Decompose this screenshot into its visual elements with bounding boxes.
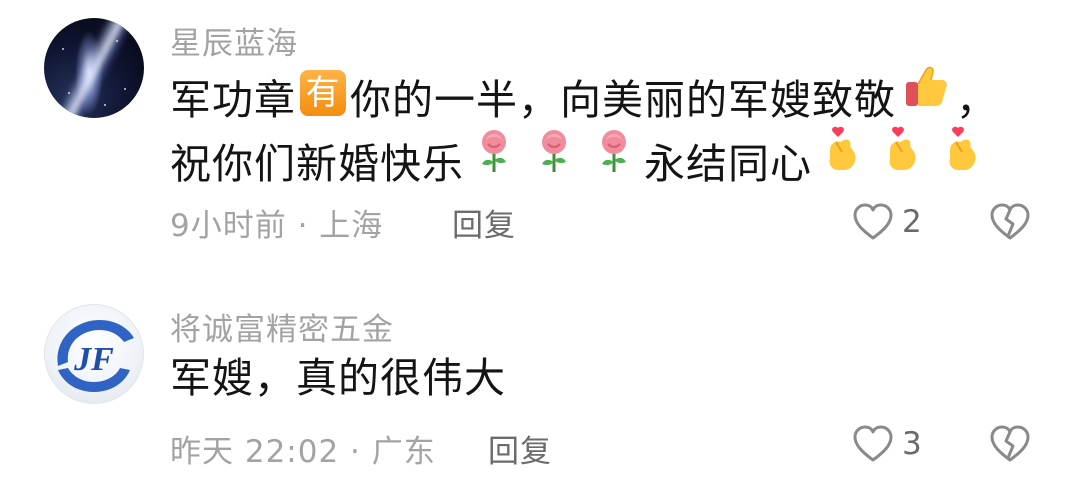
company-logo-icon: JF <box>57 320 135 392</box>
comment-text-segment: 永结同心 <box>644 140 812 188</box>
finger-heart-icon <box>818 126 866 174</box>
comment-text-segment: 军功章 <box>170 76 296 124</box>
finger-heart-icon <box>878 126 926 174</box>
comment-text: 军嫂，真的很伟大 <box>170 346 506 410</box>
heart-icon <box>853 203 893 240</box>
rose-icon <box>470 126 518 174</box>
avatar[interactable] <box>44 18 144 118</box>
comment-item: JF 将诚富精密五金 军嫂，真的很伟大 昨天 22:02 · 广东 回复 3 <box>0 290 1080 487</box>
comment-item: 星辰蓝海 军功章有你的一半，向美丽的军嫂致敬 ， 祝你们新婚快乐 永结同心 9小… <box>0 0 1080 260</box>
broken-heart-icon <box>990 203 1030 240</box>
dislike-button[interactable] <box>988 424 1032 464</box>
comment-meta: 9小时前 · 上海 <box>170 208 384 244</box>
like-count: 3 <box>902 426 922 462</box>
username[interactable]: 星辰蓝海 <box>170 18 298 63</box>
comment-text: 军功章有你的一半，向美丽的军嫂致敬 ， 祝你们新婚快乐 永结同心 <box>170 66 998 196</box>
svg-text:JF: JF <box>73 341 114 378</box>
thumbs-up-icon <box>902 62 950 110</box>
reply-button[interactable]: 回复 <box>452 200 516 245</box>
reply-button[interactable]: 回复 <box>488 426 552 471</box>
finger-heart-icon <box>938 126 986 174</box>
username[interactable]: 将诚富精密五金 <box>170 304 394 349</box>
like-button[interactable]: 3 <box>852 424 922 464</box>
comment-text-segment: 你的一半，向美丽的军嫂致敬 <box>350 76 896 124</box>
heart-icon <box>853 425 893 462</box>
comment-text-segment: ， <box>956 76 998 124</box>
you-badge: 有 <box>300 70 346 116</box>
broken-heart-icon <box>990 425 1030 462</box>
avatar[interactable]: JF <box>44 304 144 404</box>
comment-text-segment: 祝你们新婚快乐 <box>170 140 464 188</box>
rose-icon <box>530 126 578 174</box>
rose-icon <box>590 126 638 174</box>
dislike-button[interactable] <box>988 202 1032 242</box>
comment-meta: 昨天 22:02 · 广东 <box>170 434 436 470</box>
like-button[interactable]: 2 <box>852 202 922 242</box>
like-count: 2 <box>902 204 922 240</box>
comment-text-segment: 军嫂，真的很伟大 <box>170 354 506 402</box>
